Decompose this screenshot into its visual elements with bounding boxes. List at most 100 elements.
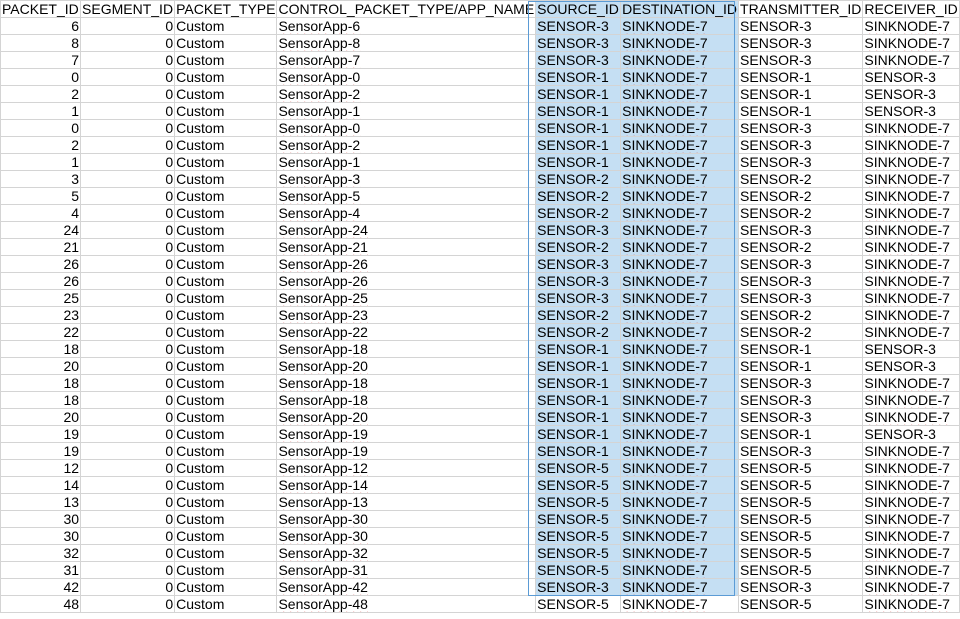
table-cell[interactable]: SensorApp-7: [276, 51, 537, 69]
table-cell[interactable]: SINKNODE-7: [862, 17, 960, 35]
table-cell[interactable]: 0: [80, 544, 176, 562]
table-cell[interactable]: SINKNODE-7: [862, 204, 960, 222]
table-cell[interactable]: SINKNODE-7: [862, 136, 960, 154]
table-cell[interactable]: 22: [0, 323, 82, 341]
table-cell[interactable]: SENSOR-3: [535, 34, 622, 52]
table-cell[interactable]: Custom: [174, 374, 278, 392]
table-cell[interactable]: SENSOR-3: [535, 221, 622, 239]
table-cell[interactable]: SENSOR-2: [738, 238, 864, 256]
table-cell[interactable]: SensorApp-20: [276, 408, 537, 426]
table-cell[interactable]: SENSOR-5: [738, 595, 864, 613]
table-cell[interactable]: SINKNODE-7: [620, 17, 740, 35]
table-cell[interactable]: 26: [0, 255, 82, 273]
table-cell[interactable]: SensorApp-8: [276, 34, 537, 52]
table-cell[interactable]: SENSOR-1: [738, 340, 864, 358]
table-cell[interactable]: SINKNODE-7: [620, 408, 740, 426]
table-cell[interactable]: SensorApp-18: [276, 374, 537, 392]
table-cell[interactable]: SINKNODE-7: [620, 238, 740, 256]
table-cell[interactable]: SINKNODE-7: [620, 442, 740, 460]
table-cell[interactable]: SINKNODE-7: [862, 34, 960, 52]
table-cell[interactable]: SensorApp-23: [276, 306, 537, 324]
table-cell[interactable]: SENSOR-5: [738, 510, 864, 528]
table-cell[interactable]: SINKNODE-7: [620, 153, 740, 171]
table-cell[interactable]: SensorApp-3: [276, 170, 537, 188]
table-cell[interactable]: SINKNODE-7: [862, 527, 960, 545]
table-cell[interactable]: SENSOR-3: [738, 255, 864, 273]
table-cell[interactable]: SENSOR-3: [862, 68, 960, 86]
table-cell[interactable]: 2: [0, 85, 82, 103]
table-cell[interactable]: SensorApp-0: [276, 68, 537, 86]
table-cell[interactable]: Custom: [174, 306, 278, 324]
table-cell[interactable]: 31: [0, 561, 82, 579]
table-cell[interactable]: SINKNODE-7: [862, 595, 960, 613]
column-header[interactable]: PACKET_ID: [0, 0, 82, 18]
table-cell[interactable]: SENSOR-1: [535, 85, 622, 103]
table-cell[interactable]: Custom: [174, 323, 278, 341]
table-cell[interactable]: SensorApp-19: [276, 442, 537, 460]
table-cell[interactable]: 20: [0, 408, 82, 426]
table-cell[interactable]: 12: [0, 459, 82, 477]
table-cell[interactable]: 0: [80, 578, 176, 596]
table-cell[interactable]: SensorApp-0: [276, 119, 537, 137]
table-cell[interactable]: Custom: [174, 476, 278, 494]
table-cell[interactable]: 25: [0, 289, 82, 307]
table-cell[interactable]: SENSOR-2: [535, 170, 622, 188]
table-cell[interactable]: SINKNODE-7: [620, 204, 740, 222]
table-cell[interactable]: SENSOR-3: [535, 272, 622, 290]
table-cell[interactable]: SINKNODE-7: [620, 476, 740, 494]
table-cell[interactable]: SINKNODE-7: [862, 561, 960, 579]
table-cell[interactable]: SENSOR-2: [738, 170, 864, 188]
table-cell[interactable]: SENSOR-3: [738, 136, 864, 154]
table-cell[interactable]: 0: [80, 510, 176, 528]
table-cell[interactable]: Custom: [174, 442, 278, 460]
table-cell[interactable]: Custom: [174, 425, 278, 443]
table-cell[interactable]: SensorApp-13: [276, 493, 537, 511]
table-cell[interactable]: SENSOR-1: [535, 340, 622, 358]
table-cell[interactable]: SENSOR-3: [738, 442, 864, 460]
table-cell[interactable]: SensorApp-30: [276, 527, 537, 545]
table-cell[interactable]: SENSOR-5: [535, 510, 622, 528]
table-cell[interactable]: SensorApp-14: [276, 476, 537, 494]
table-cell[interactable]: SINKNODE-7: [862, 544, 960, 562]
table-cell[interactable]: SENSOR-5: [535, 561, 622, 579]
table-cell[interactable]: SensorApp-26: [276, 272, 537, 290]
table-cell[interactable]: SINKNODE-7: [620, 425, 740, 443]
column-header[interactable]: CONTROL_PACKET_TYPE/APP_NAME: [276, 0, 537, 18]
table-cell[interactable]: SensorApp-2: [276, 136, 537, 154]
table-cell[interactable]: SensorApp-48: [276, 595, 537, 613]
table-cell[interactable]: 0: [80, 306, 176, 324]
table-cell[interactable]: SINKNODE-7: [620, 374, 740, 392]
table-cell[interactable]: SensorApp-18: [276, 391, 537, 409]
table-cell[interactable]: SENSOR-5: [535, 527, 622, 545]
table-cell[interactable]: SENSOR-3: [738, 374, 864, 392]
table-cell[interactable]: SENSOR-5: [738, 561, 864, 579]
table-cell[interactable]: 0: [0, 119, 82, 137]
table-cell[interactable]: SINKNODE-7: [620, 34, 740, 52]
table-cell[interactable]: Custom: [174, 170, 278, 188]
table-cell[interactable]: 0: [80, 374, 176, 392]
table-cell[interactable]: SensorApp-30: [276, 510, 537, 528]
table-cell[interactable]: SINKNODE-7: [862, 391, 960, 409]
table-cell[interactable]: 0: [80, 238, 176, 256]
table-cell[interactable]: SensorApp-5: [276, 187, 537, 205]
table-cell[interactable]: 6: [0, 17, 82, 35]
table-cell[interactable]: SINKNODE-7: [620, 595, 740, 613]
table-cell[interactable]: Custom: [174, 34, 278, 52]
table-cell[interactable]: 0: [80, 561, 176, 579]
table-cell[interactable]: SENSOR-2: [535, 204, 622, 222]
table-cell[interactable]: SENSOR-3: [738, 221, 864, 239]
table-cell[interactable]: 0: [80, 340, 176, 358]
table-cell[interactable]: 26: [0, 272, 82, 290]
table-cell[interactable]: 42: [0, 578, 82, 596]
table-cell[interactable]: Custom: [174, 340, 278, 358]
table-cell[interactable]: SENSOR-3: [535, 51, 622, 69]
table-cell[interactable]: SENSOR-5: [535, 595, 622, 613]
table-cell[interactable]: 0: [80, 357, 176, 375]
table-cell[interactable]: SINKNODE-7: [862, 289, 960, 307]
table-cell[interactable]: SensorApp-18: [276, 340, 537, 358]
table-cell[interactable]: 0: [80, 425, 176, 443]
table-cell[interactable]: SensorApp-12: [276, 459, 537, 477]
table-cell[interactable]: Custom: [174, 289, 278, 307]
table-cell[interactable]: SINKNODE-7: [620, 221, 740, 239]
table-cell[interactable]: SINKNODE-7: [862, 187, 960, 205]
